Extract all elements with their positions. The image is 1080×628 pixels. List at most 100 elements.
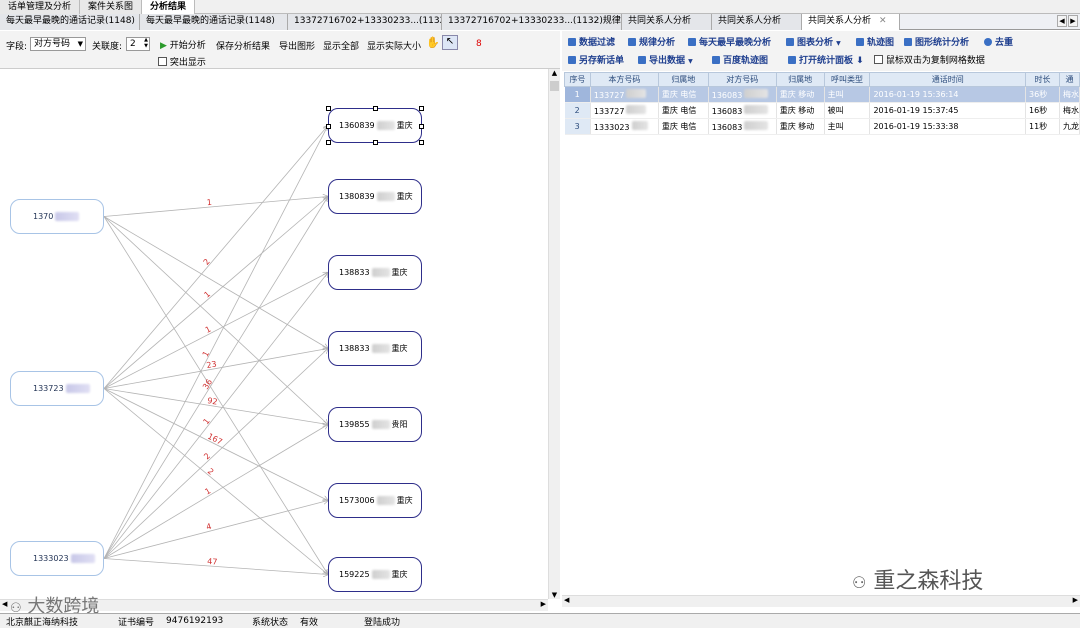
node-number-prefix: 1573006 — [339, 496, 375, 505]
edge-count-label: 1 — [202, 290, 212, 300]
contact-number-node[interactable]: 1573006 重庆 — [328, 483, 422, 518]
highlight-checkbox[interactable]: 突出显示 — [158, 55, 206, 68]
relation-edge — [103, 197, 328, 389]
relation-graph-canvas[interactable]: 1 2 1 1 23 92 167 2 1 36 1 2 1 4 47 1370 133723 1333023 1… — [0, 69, 560, 613]
hand-pan-icon[interactable]: ✋ — [426, 36, 440, 49]
selection-handle[interactable] — [326, 140, 331, 145]
save-result-button[interactable]: 保存分析结果 — [216, 39, 270, 52]
col-own-location[interactable]: 归属地 — [657, 72, 709, 87]
col-tower[interactable]: 通 — [1058, 72, 1080, 87]
node-city: 重庆 — [391, 570, 408, 579]
scroll-left-icon[interactable]: ◀ — [564, 596, 569, 604]
dropdown-arrow-icon[interactable]: ▼ — [836, 40, 841, 47]
baidu-map-icon — [712, 56, 720, 64]
chart-analysis-button[interactable]: 图表分析 ▼ — [786, 35, 841, 48]
scroll-down-icon[interactable]: ▼ — [549, 591, 560, 599]
contact-number-node[interactable]: 138833 重庆 — [328, 255, 422, 290]
start-analysis-button[interactable]: ▶ 开始分析 — [160, 38, 206, 51]
field-select[interactable]: 对方号码 ▼ — [30, 37, 86, 51]
own-number-cell: 1333023 — [590, 118, 659, 135]
export-data-button[interactable]: 导出数据 ▼ — [638, 53, 693, 66]
subtab-pair-calls[interactable]: 13372716702+13330233...(1132) — [288, 14, 442, 30]
copy-grid-checkbox[interactable]: 鼠标双击为复制网格数据 — [874, 53, 985, 66]
graph-stats-label: 图形统计分析 — [915, 38, 970, 48]
save-as-bill-button[interactable]: 另存新话单 — [568, 53, 624, 66]
selection-handle[interactable] — [326, 106, 331, 111]
tower-cell: 梅水 — [1059, 102, 1080, 119]
tab-bill-management[interactable]: 话单管理及分析 — [0, 0, 81, 14]
subtab-common-contacts-2[interactable]: 共同关系人分析 — [712, 14, 802, 30]
save-icon — [568, 56, 576, 64]
contact-number-node[interactable]: 1360839 重庆 — [328, 108, 422, 143]
scroll-up-icon[interactable]: ▲ — [549, 69, 560, 77]
col-peer-location[interactable]: 归属地 — [775, 72, 825, 87]
duration-cell: 36秒 — [1025, 86, 1060, 103]
call-time-cell: 2016-01-19 15:37:45 — [869, 102, 1027, 119]
contact-number-node[interactable]: 159225 重庆 — [328, 557, 422, 592]
contact-number-node[interactable]: 1380839 重庆 — [328, 179, 422, 214]
col-duration[interactable]: 时长 — [1025, 72, 1060, 87]
scroll-left-icon[interactable]: ◀ — [2, 600, 7, 608]
baidu-trajectory-button[interactable]: 百度轨迹图 — [712, 53, 768, 66]
col-own-number[interactable]: 本方号码 — [589, 72, 659, 87]
edge-count-label: 1 — [206, 198, 212, 207]
table-horizontal-scrollbar[interactable]: ◀ ▶ — [562, 595, 1080, 607]
actual-size-button[interactable]: 显示实际大小 — [367, 39, 421, 52]
daily-earliest-latest-button[interactable]: 每天最早最晚分析 — [688, 35, 771, 48]
close-icon[interactable]: ✕ — [879, 16, 887, 26]
degree-stepper[interactable]: 2 ▲ ▼ — [126, 37, 150, 51]
contact-number-node[interactable]: 138833 重庆 — [328, 331, 422, 366]
trajectory-button[interactable]: 轨迹图 — [856, 35, 894, 48]
selection-handle[interactable] — [419, 106, 424, 111]
relation-edge — [103, 273, 328, 389]
col-peer-number[interactable]: 对方号码 — [707, 72, 777, 87]
col-index[interactable]: 序号 — [564, 72, 591, 87]
source-number-node[interactable]: 1370 — [10, 199, 104, 234]
scroll-right-icon[interactable]: ▶ — [541, 600, 546, 608]
subtab-earliest-latest-1[interactable]: 每天最早最晚的通话记录(1148) — [0, 14, 140, 30]
subtab-common-contacts-1[interactable]: 共同关系人分析 — [622, 14, 712, 30]
scroll-thumb[interactable] — [550, 81, 559, 91]
selection-handle[interactable] — [419, 140, 424, 145]
pattern-analysis-label: 规律分析 — [639, 38, 676, 48]
dedupe-button[interactable]: 去重 — [984, 35, 1013, 48]
own-number-text: 133727 — [593, 91, 625, 100]
tab-case-relation[interactable]: 案件关系图 — [80, 0, 143, 14]
source-number-node[interactable]: 1333023 — [10, 541, 104, 576]
relation-edge — [103, 197, 328, 559]
data-filter-button[interactable]: 数据过滤 — [568, 35, 615, 48]
scroll-right-icon[interactable]: ▶ — [1073, 596, 1078, 604]
tab-analysis-result[interactable]: 分析结果 — [142, 0, 196, 14]
redaction-blur — [55, 212, 80, 221]
subtab-earliest-latest-2[interactable]: 每天最早最晚的通话记录(1148) — [140, 14, 288, 30]
selection-handle[interactable] — [373, 140, 378, 145]
export-graph-button[interactable]: 导出图形 — [279, 39, 315, 52]
tab-scroll-left-icon[interactable]: ◀ — [1057, 15, 1067, 27]
daily-earliest-latest-label: 每天最早最晚分析 — [699, 38, 772, 48]
show-all-button[interactable]: 显示全部 — [323, 39, 359, 52]
selection-handle[interactable] — [326, 123, 331, 129]
contact-number-node[interactable]: 139855 贵阳 — [328, 407, 422, 442]
source-number-node[interactable]: 133723 — [10, 371, 104, 406]
col-call-time[interactable]: 通话时间 — [869, 72, 1027, 87]
table-row[interactable]: 2 133727 重庆 电信 136083 重庆 移动 被叫 2016-01-1… — [564, 102, 1080, 119]
selection-handle[interactable] — [419, 123, 424, 129]
dropdown-arrow-icon[interactable]: ▼ — [688, 58, 693, 65]
table-row[interactable]: 1 133727 重庆 电信 136083 重庆 移动 主叫 2016-01-1… — [564, 86, 1080, 103]
table-row[interactable]: 3 1333023 重庆 电信 136083 重庆 移动 主叫 2016-01-… — [564, 118, 1080, 135]
subtab-common-contacts-3[interactable]: 共同关系人分析 ✕ — [802, 14, 900, 30]
tab-scroll-right-icon[interactable]: ▶ — [1068, 15, 1078, 27]
node-number-prefix: 1380839 — [339, 192, 375, 201]
stepper-arrows-icon[interactable]: ▲ ▼ — [144, 37, 148, 49]
pattern-analysis-button[interactable]: 规律分析 — [628, 35, 675, 48]
call-record-table: 序号 本方号码 归属地 对方号码 归属地 呼叫类型 通话时间 时长 通 1 13… — [564, 72, 1080, 135]
redaction-blur — [70, 554, 95, 563]
graph-stats-button[interactable]: 图形统计分析 — [904, 35, 969, 48]
graph-vertical-scrollbar[interactable]: ▲ ▼ — [548, 69, 560, 599]
col-call-type[interactable]: 呼叫类型 — [823, 72, 871, 87]
subtab-pair-pattern[interactable]: 13372716702+13330233...(1132)规律分析 — [442, 14, 622, 30]
selection-handle[interactable] — [373, 106, 378, 111]
pointer-select-icon[interactable]: ↖ — [442, 35, 458, 50]
open-stats-panel-button[interactable]: 打开统计面板 ⬇ — [788, 53, 864, 66]
chart-icon — [628, 38, 636, 46]
